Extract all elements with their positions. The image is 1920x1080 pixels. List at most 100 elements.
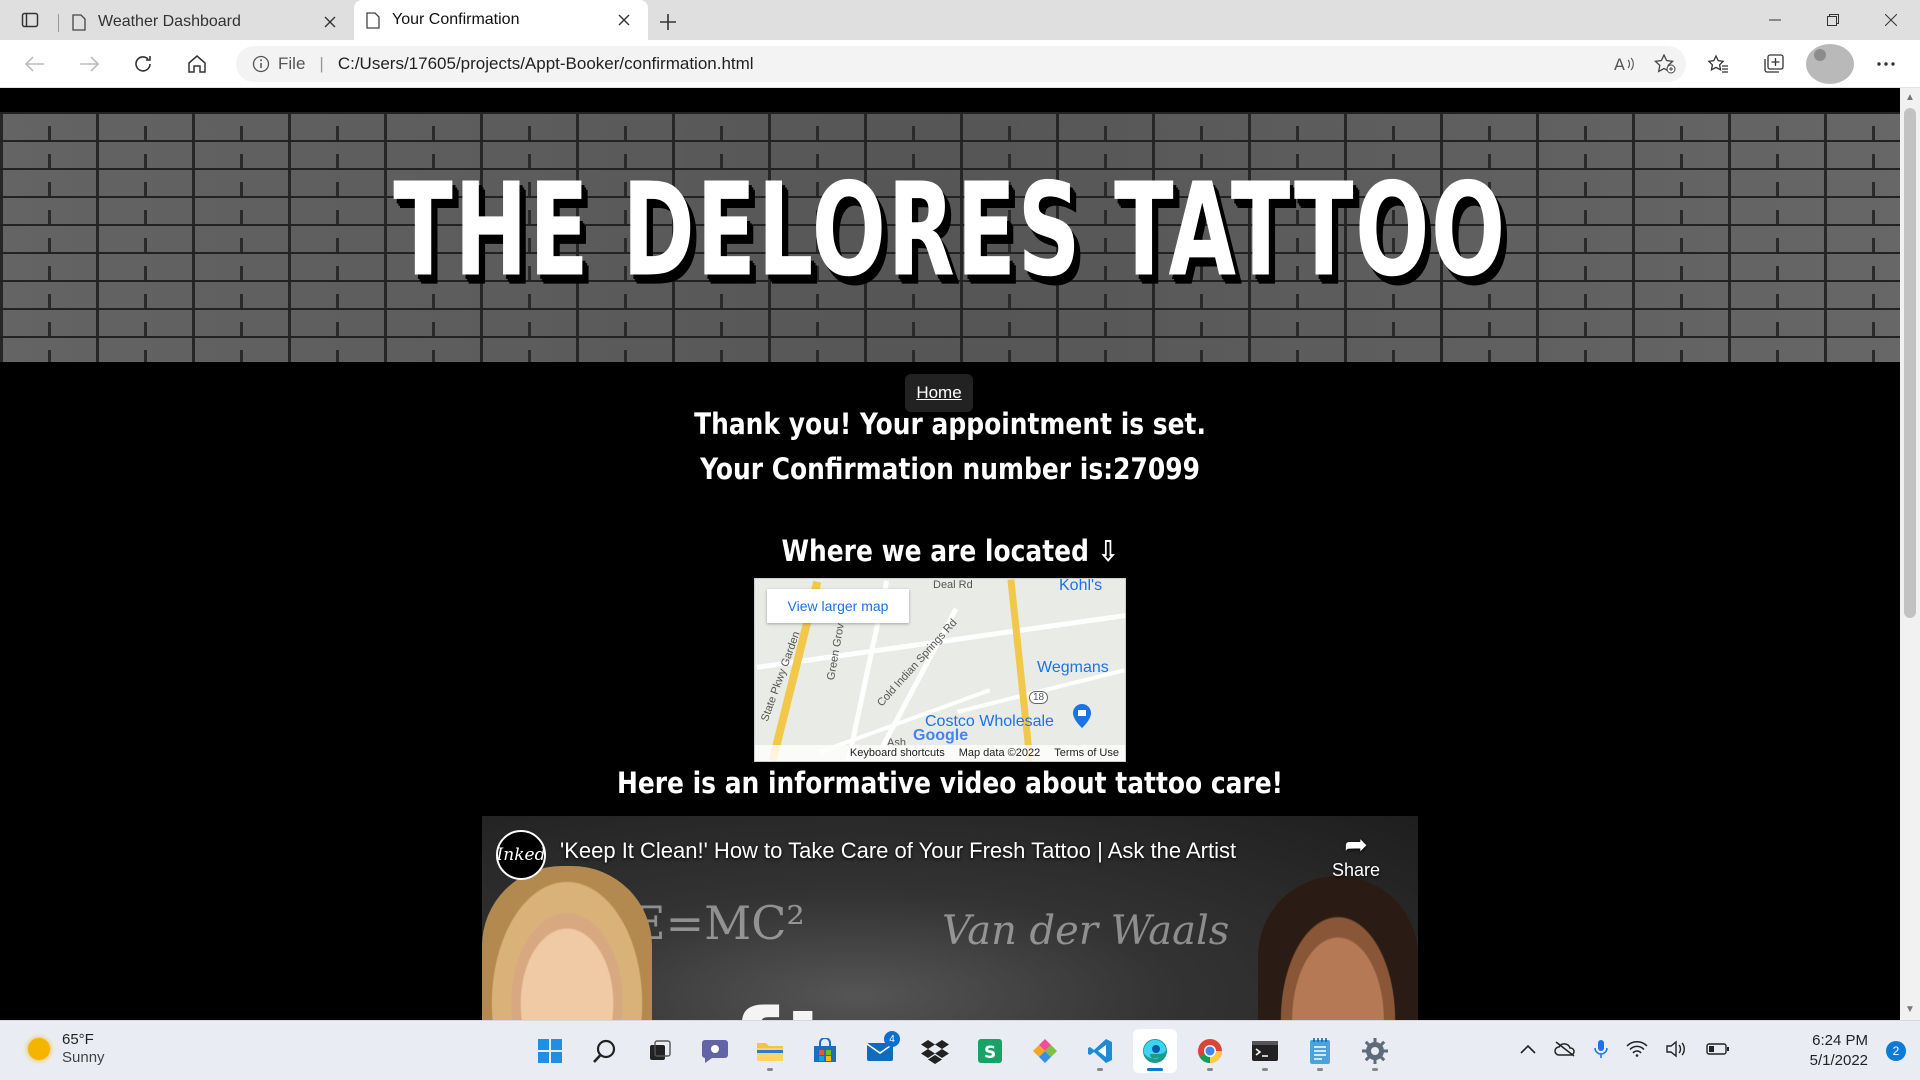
search-icon <box>593 1039 616 1063</box>
microsoft-store-button[interactable] <box>803 1029 847 1073</box>
tab-close-button[interactable] <box>612 8 636 32</box>
running-indicator <box>1147 1068 1163 1071</box>
volume-icon[interactable] <box>1666 1040 1688 1058</box>
battery-icon[interactable] <box>1706 1042 1730 1056</box>
share-icon: ➦ <box>1344 829 1368 860</box>
forward-button[interactable] <box>62 44 116 84</box>
share-label: Share <box>1331 860 1380 880</box>
scroll-thumb[interactable] <box>1904 108 1916 618</box>
view-larger-map-link[interactable]: View larger map <box>767 589 909 623</box>
weather-temp: 65°F <box>62 1031 94 1048</box>
folder-icon <box>757 1043 783 1061</box>
vscode-button[interactable] <box>1078 1029 1122 1073</box>
edge-button[interactable] <box>1133 1029 1177 1073</box>
mail-button[interactable]: 4 <box>858 1029 902 1073</box>
tab-title: Weather Dashboard <box>98 13 241 30</box>
close-icon <box>324 16 336 28</box>
diamond-app-icon <box>1033 1039 1057 1063</box>
avatar <box>1806 44 1854 84</box>
start-button[interactable] <box>528 1029 572 1073</box>
chrome-button[interactable] <box>1188 1029 1232 1073</box>
google-logo: Google <box>913 727 969 744</box>
system-tray <box>1520 1039 1730 1059</box>
refresh-button[interactable] <box>116 44 170 84</box>
search-button[interactable] <box>583 1029 627 1073</box>
mail-badge: 4 <box>884 1031 900 1047</box>
more-icon <box>1877 62 1895 66</box>
chrome-icon <box>1198 1039 1222 1063</box>
restore-button[interactable] <box>1804 0 1862 40</box>
notification-badge[interactable]: 2 <box>1886 1041 1906 1061</box>
svg-text:A: A <box>1614 55 1625 73</box>
minimize-button[interactable] <box>1746 0 1804 40</box>
file-explorer-button[interactable] <box>748 1029 792 1073</box>
dropbox-button[interactable] <box>913 1029 957 1073</box>
microphone-icon[interactable] <box>1594 1039 1608 1059</box>
svg-text:S: S <box>984 1043 996 1063</box>
restore-icon <box>1827 14 1839 26</box>
notepad-button[interactable] <box>1298 1029 1342 1073</box>
weather-widget[interactable]: 65°F Sunny <box>28 1031 105 1067</box>
close-window-button[interactable] <box>1862 0 1920 40</box>
tab-weather-dashboard[interactable]: Weather Dashboard <box>58 4 354 40</box>
tab-close-button[interactable] <box>318 10 342 34</box>
app-button[interactable] <box>1023 1029 1067 1073</box>
embedded-map[interactable]: Deal Rd Kohl's Wegmans Costco Wholesale … <box>754 578 1126 762</box>
running-indicator <box>1317 1068 1323 1071</box>
terminal-icon <box>1252 1041 1278 1061</box>
collections-button[interactable] <box>1750 44 1798 84</box>
address-separator: | <box>319 54 324 73</box>
page-icon <box>72 13 86 31</box>
favorites-button[interactable] <box>1694 44 1742 84</box>
settings-more-button[interactable] <box>1862 44 1910 84</box>
tab-actions-button[interactable] <box>0 0 60 40</box>
embedded-video[interactable]: E=MC² Van der Waals aftercare Inked 'Kee… <box>482 816 1418 1020</box>
onedrive-icon[interactable] <box>1554 1041 1576 1057</box>
teams-chat-button[interactable] <box>693 1029 737 1073</box>
video-title[interactable]: 'Keep It Clean!' How to Take Care of You… <box>560 838 1236 864</box>
settings-button[interactable] <box>1353 1029 1397 1073</box>
weather-condition: Sunny <box>62 1049 105 1066</box>
close-icon <box>1885 14 1897 26</box>
keyboard-shortcuts-link[interactable]: Keyboard shortcuts <box>850 747 945 759</box>
home-icon <box>188 54 206 73</box>
clock-time: 6:24 PM <box>1812 1032 1868 1049</box>
share-button[interactable]: ➦ Share <box>1332 830 1380 881</box>
profile-button[interactable] <box>1806 44 1854 84</box>
scroll-up-icon[interactable]: ▲ <box>1904 92 1916 104</box>
running-indicator <box>767 1068 773 1071</box>
sun-icon <box>28 1038 50 1060</box>
confirmation-message: Thank you! Your appointment is set. Your… <box>133 402 1767 492</box>
add-favorite-icon[interactable] <box>1654 54 1676 74</box>
url-text[interactable]: C:/Users/17605/projects/Appt-Booker/conf… <box>338 54 754 74</box>
new-tab-button[interactable] <box>648 4 688 40</box>
minimize-icon <box>1769 19 1781 21</box>
map-poi: Wegmans <box>1037 659 1109 676</box>
location-heading: Where we are located ⇩ <box>781 534 1119 568</box>
taskbar-apps: 4 S <box>528 1029 1397 1073</box>
clock-date: 5/1/2022 <box>1809 1052 1868 1069</box>
system-clock[interactable]: 6:24 PM 5/1/2022 <box>1810 1031 1868 1071</box>
task-view-button[interactable] <box>638 1029 682 1073</box>
chalk-equation: E=MC² <box>632 896 805 950</box>
address-bar[interactable]: File | C:/Users/17605/projects/Appt-Book… <box>236 46 1686 82</box>
terms-of-use-link[interactable]: Terms of Use <box>1054 747 1119 759</box>
back-button[interactable] <box>8 44 62 84</box>
task-view-icon <box>650 1040 671 1060</box>
chevron-up-icon[interactable] <box>1520 1044 1536 1054</box>
page-scrollbar[interactable]: ▲ ▼ <box>1900 88 1920 1020</box>
tab-your-confirmation[interactable]: Your Confirmation <box>354 0 648 40</box>
read-aloud-icon[interactable]: A <box>1614 55 1634 73</box>
aftercare-text: aftercare <box>652 986 1260 1020</box>
notepad-icon <box>1310 1038 1330 1064</box>
info-icon[interactable] <box>252 55 270 73</box>
channel-logo[interactable]: Inked <box>496 830 546 880</box>
map-label: Cold Indian Springs Rd <box>875 616 960 710</box>
app-button[interactable]: S <box>968 1029 1012 1073</box>
home-button[interactable] <box>170 44 224 84</box>
wifi-icon[interactable] <box>1626 1041 1648 1057</box>
terminal-button[interactable] <box>1243 1029 1287 1073</box>
map-highway <box>1007 579 1034 761</box>
scroll-down-icon[interactable]: ▼ <box>1904 1004 1916 1016</box>
browser-toolbar: File | C:/Users/17605/projects/Appt-Book… <box>0 40 1920 88</box>
